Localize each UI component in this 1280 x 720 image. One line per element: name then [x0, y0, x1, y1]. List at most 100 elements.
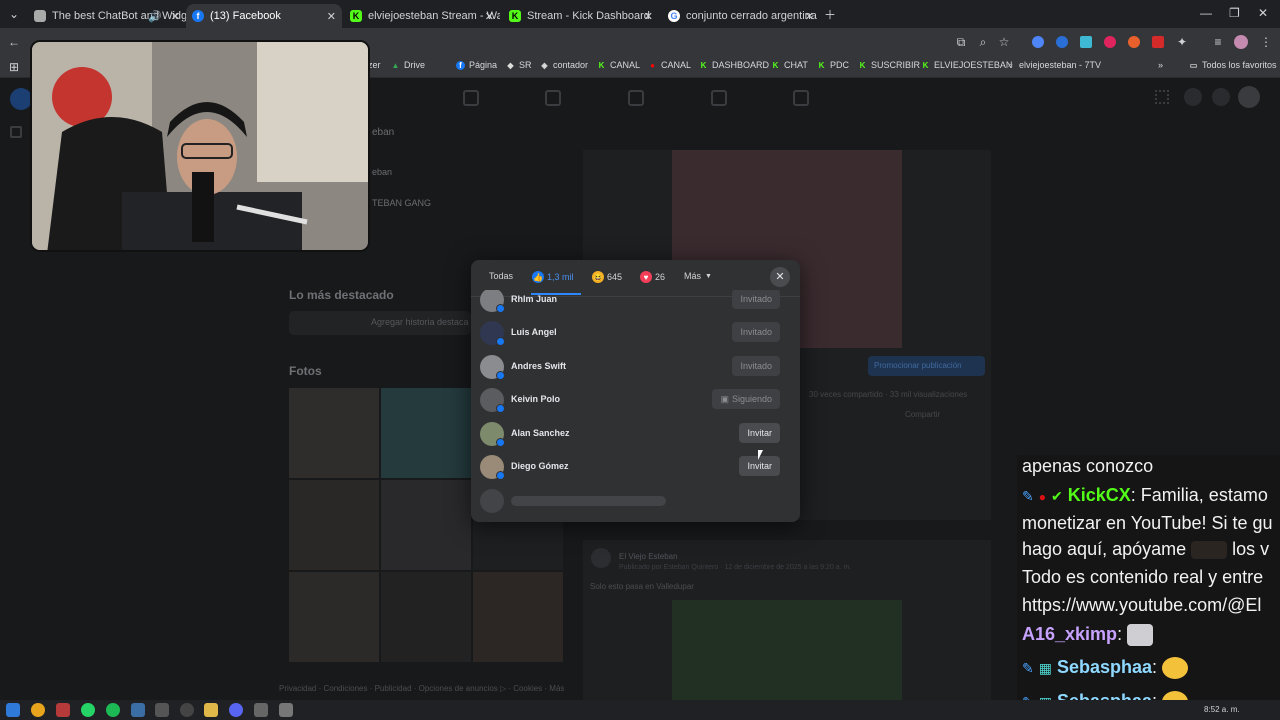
tab-close-icon[interactable]: ✕ [644, 10, 653, 23]
back-icon[interactable]: ← [6, 34, 22, 50]
extensions-puzzle-icon[interactable]: ✦ [1174, 34, 1190, 50]
photo-thumb[interactable] [289, 388, 379, 478]
menu-grid-icon[interactable] [1155, 90, 1169, 104]
reactions-list[interactable]: Rhlm Juan Invitado Luis Angel Invitado A… [471, 290, 800, 515]
maximize-icon[interactable]: ❐ [1229, 6, 1240, 20]
extension-icon[interactable] [1032, 36, 1044, 48]
flag-nav-icon[interactable] [545, 90, 561, 106]
start-windows-icon[interactable] [6, 703, 20, 717]
app-taskbar-icon[interactable] [279, 703, 293, 717]
photo-thumb[interactable] [381, 480, 471, 570]
extension-icon[interactable] [1152, 36, 1164, 48]
bookmark-dashboard[interactable]: K DASHBOARD [699, 60, 769, 70]
folder-taskbar-icon[interactable] [204, 703, 218, 717]
chrome-taskbar-icon[interactable] [31, 703, 45, 717]
left-rail-icon[interactable] [10, 126, 22, 138]
all-favorites[interactable]: ▭ Todos los favoritos [1189, 60, 1277, 70]
photo-thumb[interactable] [381, 388, 471, 478]
home-nav-icon[interactable] [463, 90, 479, 106]
account-avatar[interactable] [1238, 86, 1260, 108]
tab-facebook[interactable]: f (13) Facebook ✕ [186, 4, 342, 28]
bookmark-contador[interactable]: ◈ contador [540, 60, 588, 70]
share-button[interactable]: Compartir [905, 410, 940, 419]
tab-close-icon[interactable]: ✕ [805, 10, 814, 23]
tab-chatbot[interactable]: The best ChatBot and Widg 🔊 ✕ [28, 4, 186, 28]
bookmark-pagina[interactable]: f Página [456, 60, 497, 70]
tab-search-icon[interactable]: ⌄ [6, 6, 22, 22]
bookmark-sr[interactable]: ◆ SR [506, 60, 531, 70]
user-name[interactable]: Keivin Polo [511, 394, 560, 404]
tab-love-reactions[interactable]: ♥ 26 [640, 271, 665, 283]
bookmark-drive[interactable]: ▲ Drive [391, 60, 425, 70]
promote-post-button[interactable]: Promocionar publicación [868, 356, 985, 376]
photo-thumb[interactable] [473, 572, 563, 662]
chat-line: https://www.youtube.com/@El [1022, 595, 1262, 615]
discord-taskbar-icon[interactable] [229, 703, 243, 717]
minimize-icon[interactable]: — [1200, 6, 1212, 20]
spotify-taskbar-icon[interactable] [106, 703, 120, 717]
megaphone-nav-icon[interactable] [711, 90, 727, 106]
user-name[interactable]: Luis Angel [511, 327, 557, 337]
tab-more-reactions[interactable]: Más ▼ [684, 271, 712, 281]
tab-close-icon[interactable]: ✕ [485, 10, 494, 23]
bookmark-canal-kick[interactable]: K CANAL [597, 60, 640, 70]
tab-title: Stream - Kick Dashboard [527, 10, 650, 22]
user-name[interactable]: Rhlm Juan [511, 294, 557, 304]
invite-button[interactable]: Invitar [739, 423, 780, 443]
bookmark-pdc[interactable]: K PDC [817, 60, 849, 70]
clock[interactable]: 8:52 a. m. [1204, 705, 1240, 714]
install-app-icon[interactable]: ⧉ [953, 34, 969, 50]
tab-kick-dashboard[interactable]: K Stream - Kick Dashboard ✕ [503, 4, 659, 28]
close-window-icon[interactable]: ✕ [1258, 6, 1268, 20]
app-taskbar-icon[interactable] [131, 703, 145, 717]
extension-icon[interactable] [1128, 36, 1140, 48]
tab-all-reactions[interactable]: Todas [489, 271, 513, 281]
photo-thumb[interactable] [289, 572, 379, 662]
extension-icon[interactable] [1104, 36, 1116, 48]
tab-google-search[interactable]: G conjunto cerrado argentina vall ✕ [662, 4, 820, 28]
tab-close-icon[interactable]: ✕ [171, 10, 180, 23]
user-name[interactable]: Andres Swift [511, 361, 566, 371]
tab-haha-reactions[interactable]: 😆 645 [592, 271, 622, 283]
footer-links[interactable]: Privacidad · Condiciones · Publicidad · … [279, 684, 564, 693]
close-dialog-button[interactable]: ✕ [770, 267, 790, 287]
zoom-icon[interactable]: ⌕ [975, 34, 991, 50]
following-button[interactable]: ▣ Siguiendo [712, 389, 780, 409]
user-name[interactable]: Diego Gómez [511, 461, 569, 471]
tab-like-reactions[interactable]: 👍 1,3 mil [532, 271, 574, 283]
photo-thumb[interactable] [289, 480, 379, 570]
bookmark-star-icon[interactable]: ☆ [996, 34, 1012, 50]
messenger-icon[interactable] [1184, 88, 1202, 106]
obs-taskbar-icon[interactable] [180, 703, 194, 717]
bookmark-chat[interactable]: K CHAT [771, 60, 808, 70]
bookmark-canal-youtube[interactable]: ● CANAL [648, 60, 691, 70]
app-taskbar-icon[interactable] [155, 703, 169, 717]
user-name[interactable]: Alan Sanchez [511, 428, 570, 438]
whatsapp-taskbar-icon[interactable] [81, 703, 95, 717]
duck-emote-icon [1162, 657, 1189, 680]
profile-avatar[interactable] [1234, 35, 1248, 49]
post-image[interactable] [672, 600, 902, 700]
bookmark-suscribir[interactable]: K SUSCRIBIR [858, 60, 920, 70]
new-tab-button[interactable]: ＋ [824, 6, 836, 23]
apps-grid-icon[interactable]: ⊞ [6, 59, 22, 75]
ads-nav-icon[interactable] [628, 90, 644, 106]
facebook-logo-icon[interactable] [10, 88, 32, 110]
extension-icon[interactable] [1056, 36, 1068, 48]
app-taskbar-icon[interactable] [56, 703, 70, 717]
bookmark-7tv[interactable]: ≈ elviejoesteban - 7TV [1006, 60, 1101, 70]
menu-kebab-icon[interactable]: ⋮ [1258, 34, 1274, 50]
tab-close-icon[interactable]: ✕ [327, 10, 336, 23]
7tv-extension-icon[interactable] [1080, 36, 1092, 48]
photo-thumb[interactable] [381, 572, 471, 662]
add-highlight-button[interactable]: Agregar historia destaca [289, 311, 471, 335]
post-author[interactable]: El Viejo Esteban [619, 552, 678, 561]
bookmark-elviejoesteban[interactable]: K ELVIEJOESTEBAN [921, 60, 1013, 70]
tab-kick-stream[interactable]: K elviejoesteban Stream - Watch ✕ [344, 4, 500, 28]
notifications-icon[interactable] [1212, 88, 1230, 106]
app-taskbar-icon[interactable] [254, 703, 268, 717]
store-nav-icon[interactable] [793, 90, 809, 106]
media-control-icon[interactable]: ≡ [1210, 34, 1226, 50]
bookmarks-overflow-icon[interactable]: » [1158, 60, 1163, 70]
author-avatar[interactable] [591, 548, 611, 568]
